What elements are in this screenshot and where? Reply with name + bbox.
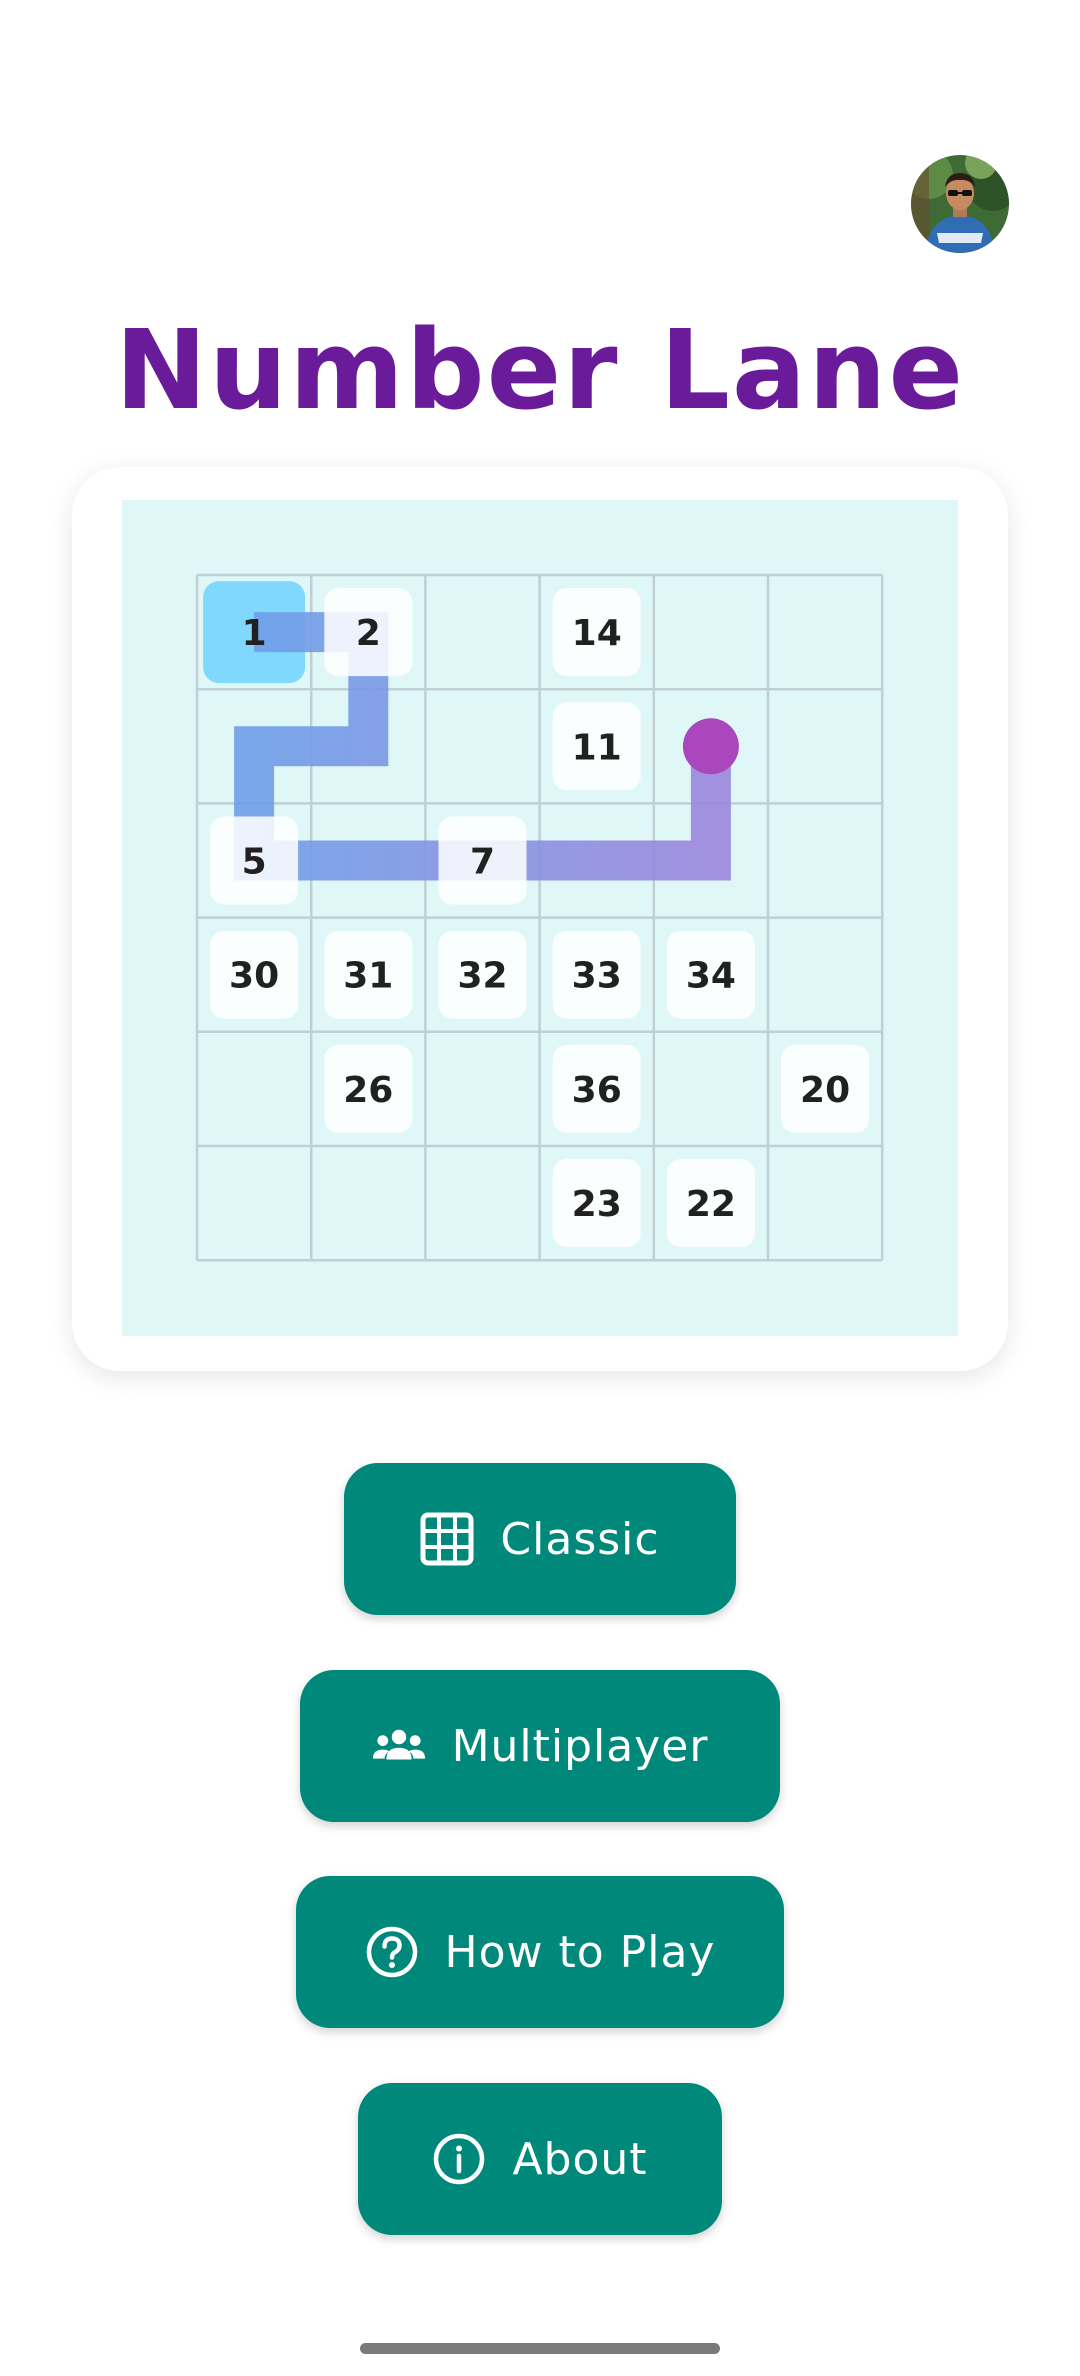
- app-title: Number Lane: [114, 306, 966, 434]
- tile-number: 14: [572, 613, 622, 654]
- tile-number: 22: [686, 1184, 736, 1225]
- tile-number: 23: [572, 1184, 622, 1225]
- tile-number: 30: [229, 956, 279, 997]
- how-to-play-button[interactable]: How to Play: [296, 1876, 784, 2028]
- about-button-label: About: [512, 2133, 648, 2185]
- tile-number: 20: [800, 1070, 850, 1111]
- group-icon: [372, 1719, 426, 1773]
- info-circle-icon: [432, 2132, 486, 2186]
- tile-number: 31: [343, 956, 393, 997]
- user-avatar-photo-icon: [911, 155, 1009, 253]
- how-to-play-button-label: How to Play: [444, 1926, 716, 1978]
- path-head-dot: [682, 718, 739, 775]
- tile-number: 33: [572, 956, 622, 997]
- tile-number: 26: [343, 1070, 393, 1111]
- board-grid: 1 2 14 11 5 7 30 31 32 33 34 26 36 20 23 22: [195, 573, 884, 1262]
- multiplayer-button[interactable]: Multiplayer: [300, 1670, 780, 1822]
- tile-number: 36: [572, 1070, 622, 1111]
- tile-number: 1: [242, 613, 267, 654]
- classic-button[interactable]: Classic: [344, 1463, 736, 1615]
- tile-number: 11: [572, 727, 622, 768]
- multiplayer-button-label: Multiplayer: [451, 1720, 709, 1772]
- tile-number: 7: [470, 842, 495, 883]
- grid-icon: [420, 1512, 474, 1566]
- tile-number: 2: [356, 613, 381, 654]
- game-board-preview: 1 2 14 11 5 7 30 31 32 33 34 26 36 20 23 22: [122, 500, 958, 1336]
- about-button[interactable]: About: [358, 2083, 722, 2235]
- help-circle-icon: [365, 1925, 419, 1979]
- tile-number: 34: [686, 956, 736, 997]
- tile-number: 32: [457, 956, 507, 997]
- classic-button-label: Classic: [500, 1513, 660, 1565]
- home-indicator[interactable]: [360, 2343, 720, 2354]
- profile-avatar[interactable]: [911, 155, 1009, 253]
- tile-number: 5: [242, 842, 267, 883]
